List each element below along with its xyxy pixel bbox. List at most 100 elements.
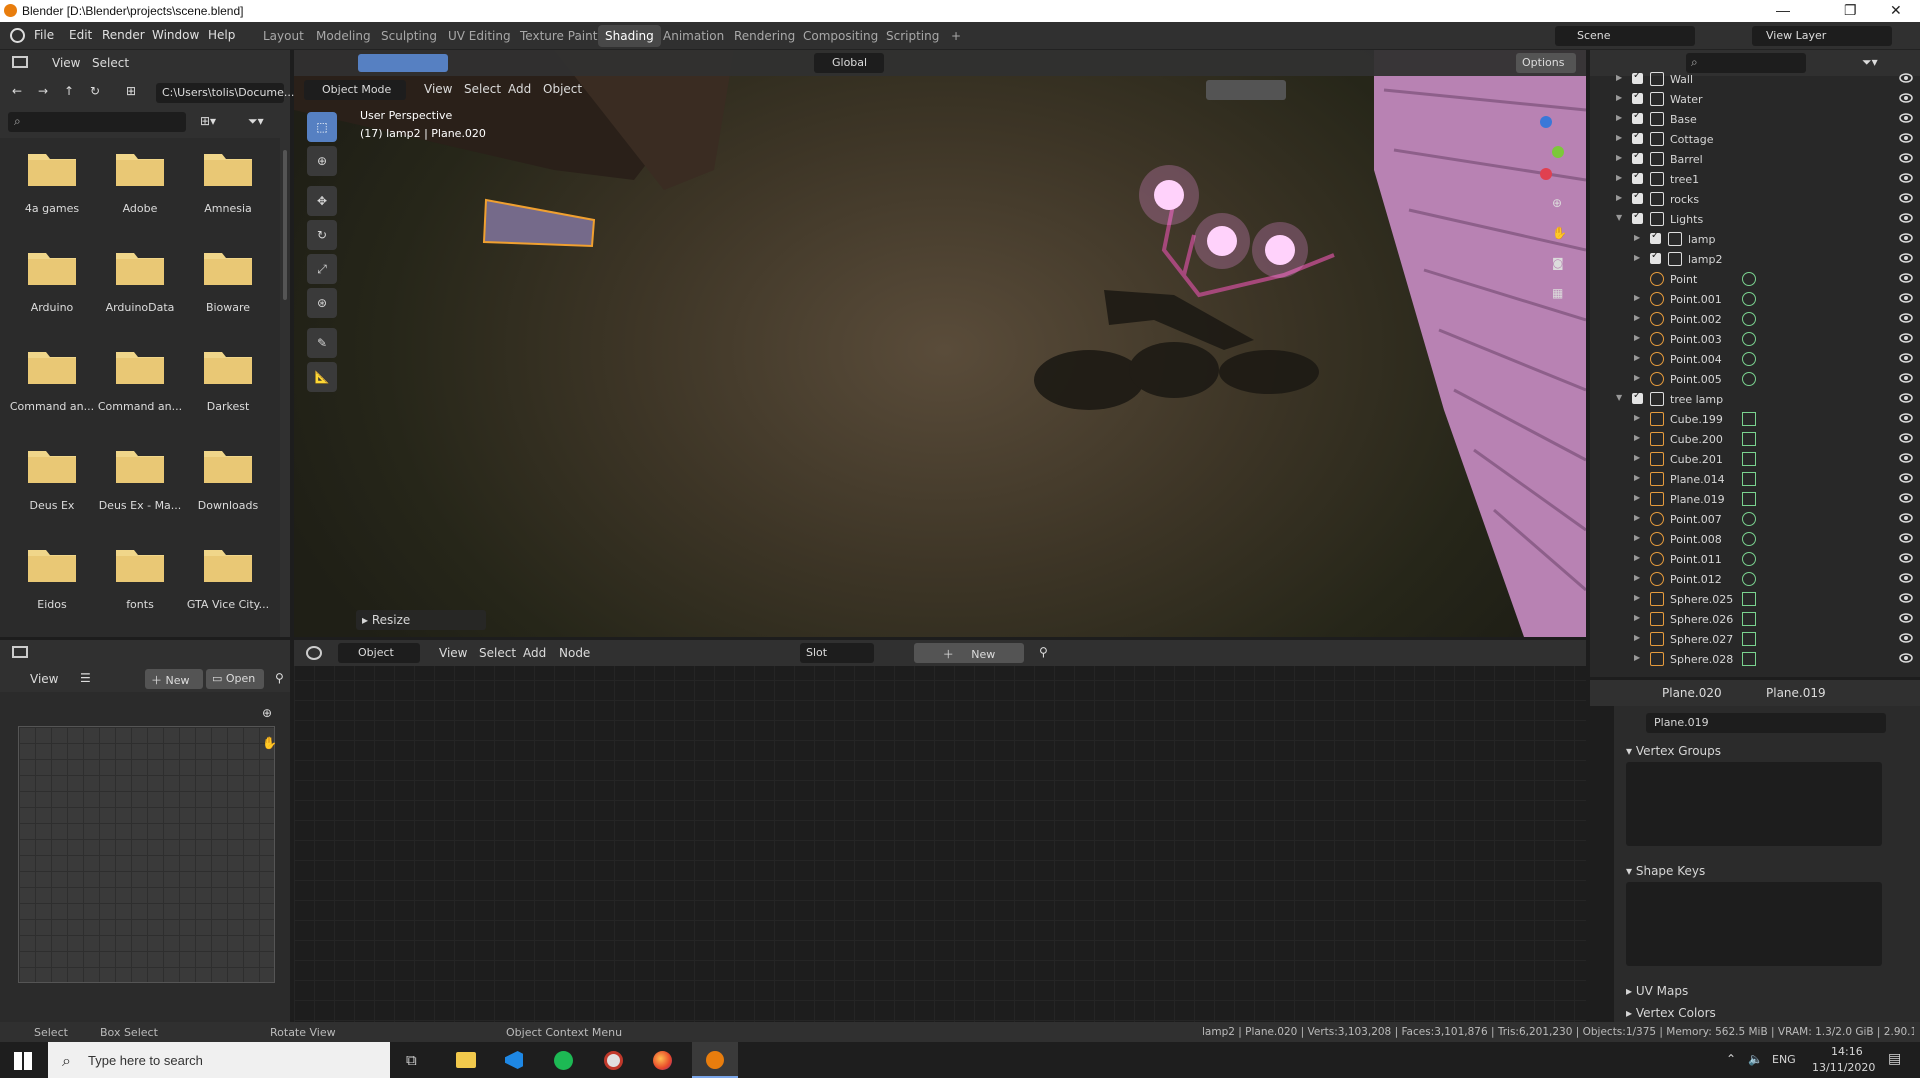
menu-file[interactable]: File xyxy=(34,28,54,42)
visibility-eye-icon[interactable] xyxy=(1899,212,1913,224)
outliner-row[interactable]: ▶ lamp xyxy=(1590,230,1920,250)
menu-window[interactable]: Window xyxy=(152,28,199,42)
folder-item[interactable]: Amnesia xyxy=(184,138,272,233)
visibility-eye-icon[interactable] xyxy=(1899,512,1913,524)
expand-toggle-icon[interactable]: ▶ xyxy=(1634,493,1640,502)
tab-sculpting[interactable]: Sculpting xyxy=(374,25,444,47)
visibility-eye-icon[interactable] xyxy=(1899,632,1913,644)
folder-item[interactable]: Command an... xyxy=(96,336,184,431)
visibility-eye-icon[interactable] xyxy=(1899,392,1913,404)
notification-icon[interactable]: ▤ xyxy=(1888,1051,1901,1067)
folder-item[interactable]: Deus Ex xyxy=(8,435,96,530)
menu-view[interactable]: View xyxy=(439,646,467,660)
parent-directory-icon[interactable]: ↑ xyxy=(64,84,74,98)
menu-object[interactable]: Object xyxy=(543,82,582,96)
tab-modeling[interactable]: Modeling xyxy=(309,25,378,47)
shader-type-dropdown[interactable]: Object xyxy=(338,643,420,663)
outliner-row[interactable]: ▶ Plane.014 xyxy=(1590,470,1920,490)
shader-node-editor[interactable]: Object View Select Add Node Slot ＋ New ⚲ xyxy=(294,640,1586,1022)
outliner-row[interactable]: ▶ Point.005 xyxy=(1590,370,1920,390)
tray-chevron-icon[interactable]: ⌃ xyxy=(1726,1052,1736,1066)
folder-item[interactable]: fonts xyxy=(96,534,184,629)
options-dropdown[interactable]: Options xyxy=(1516,53,1576,73)
close-button[interactable]: ✕ xyxy=(1890,2,1902,19)
visibility-eye-icon[interactable] xyxy=(1899,432,1913,444)
view-layer-selector[interactable]: View Layer xyxy=(1752,26,1892,46)
visibility-eye-icon[interactable] xyxy=(1899,552,1913,564)
expand-toggle-icon[interactable]: ▶ xyxy=(1634,613,1640,622)
folder-item[interactable]: Downloads xyxy=(184,435,272,530)
folder-item[interactable]: ArduinoData xyxy=(96,237,184,332)
expand-toggle-icon[interactable]: ▶ xyxy=(1634,573,1640,582)
expand-toggle-icon[interactable]: ▶ xyxy=(1616,73,1622,82)
shading-mode-buttons[interactable] xyxy=(1206,80,1286,100)
expand-toggle-icon[interactable]: ▶ xyxy=(1616,193,1622,202)
expand-toggle-icon[interactable]: ▶ xyxy=(1634,453,1640,462)
blender-menu-icon[interactable] xyxy=(10,28,25,43)
outliner-row[interactable]: ▶ Point.011 xyxy=(1590,550,1920,570)
outliner-row[interactable]: ▶ Barrel xyxy=(1590,150,1920,170)
outliner-row[interactable]: ▶ Point.007 xyxy=(1590,510,1920,530)
move-tool-icon[interactable]: ✥ xyxy=(307,186,337,216)
display-mode-icon[interactable]: ⊞▾ xyxy=(200,114,216,128)
expand-toggle-icon[interactable]: ▶ xyxy=(1634,553,1640,562)
rotate-tool-icon[interactable]: ↻ xyxy=(307,220,337,250)
hand-pan-icon[interactable]: ✋ xyxy=(262,736,277,750)
exclude-checkbox[interactable] xyxy=(1650,250,1661,264)
expand-toggle-icon[interactable]: ▶ xyxy=(1634,373,1640,382)
exclude-checkbox[interactable] xyxy=(1632,90,1643,104)
tab-compositing[interactable]: Compositing xyxy=(796,25,885,47)
menu-view[interactable]: View xyxy=(52,56,80,70)
visibility-eye-icon[interactable] xyxy=(1899,192,1913,204)
menu-select[interactable]: Select xyxy=(464,82,501,96)
vertex-groups-list[interactable] xyxy=(1626,762,1882,846)
folder-item[interactable]: Deus Ex - Ma... xyxy=(96,435,184,530)
visibility-eye-icon[interactable] xyxy=(1899,652,1913,664)
visibility-eye-icon[interactable] xyxy=(1899,352,1913,364)
add-workspace-button[interactable]: + xyxy=(944,25,968,47)
exclude-checkbox[interactable] xyxy=(1632,170,1643,184)
cursor-tool-icon[interactable]: ⊕ xyxy=(307,146,337,176)
exclude-checkbox[interactable] xyxy=(1650,230,1661,244)
outliner-row[interactable]: ▶ Sphere.026 xyxy=(1590,610,1920,630)
firefox-icon[interactable] xyxy=(653,1051,672,1070)
camera-icon[interactable]: ◙ xyxy=(1552,256,1564,270)
navigation-gizmo[interactable] xyxy=(1494,116,1564,186)
folder-item[interactable]: GTA Vice City... xyxy=(184,534,272,629)
exclude-checkbox[interactable] xyxy=(1632,210,1643,224)
visibility-eye-icon[interactable] xyxy=(1899,592,1913,604)
app-icon[interactable] xyxy=(604,1051,623,1070)
visibility-eye-icon[interactable] xyxy=(1899,372,1913,384)
outliner-row[interactable]: ▶ Cube.201 xyxy=(1590,450,1920,470)
folder-item[interactable]: Darkest xyxy=(184,336,272,431)
uv-grid[interactable] xyxy=(18,726,275,983)
outliner-row[interactable]: ▶ Point.002 xyxy=(1590,310,1920,330)
select-box-icon[interactable] xyxy=(358,54,448,72)
menu-help[interactable]: Help xyxy=(208,28,235,42)
visibility-eye-icon[interactable] xyxy=(1899,572,1913,584)
expand-toggle-icon[interactable]: ▶ xyxy=(1634,533,1640,542)
exclude-checkbox[interactable] xyxy=(1632,390,1643,404)
clock-date[interactable]: 13/11/2020 xyxy=(1812,1061,1875,1074)
expand-toggle-icon[interactable]: ▶ xyxy=(1634,473,1640,482)
scene-selector[interactable]: Scene xyxy=(1555,26,1695,46)
scrollbar[interactable] xyxy=(283,150,287,300)
list-icon[interactable]: ☰ xyxy=(80,671,91,685)
visibility-eye-icon[interactable] xyxy=(1899,252,1913,264)
outliner-row[interactable]: ▶ Plane.019 xyxy=(1590,490,1920,510)
slot-dropdown[interactable]: Slot xyxy=(800,643,874,663)
menu-add[interactable]: Add xyxy=(508,82,531,96)
tab-rendering[interactable]: Rendering xyxy=(727,25,802,47)
tab-scripting[interactable]: Scripting xyxy=(879,25,946,47)
visibility-eye-icon[interactable] xyxy=(1899,132,1913,144)
visibility-eye-icon[interactable] xyxy=(1899,492,1913,504)
visibility-eye-icon[interactable] xyxy=(1899,452,1913,464)
refresh-icon[interactable]: ↻ xyxy=(90,84,100,98)
file-filter-input[interactable]: ⌕ xyxy=(8,112,186,132)
expand-toggle-icon[interactable]: ▶ xyxy=(1616,133,1622,142)
visibility-eye-icon[interactable] xyxy=(1899,92,1913,104)
outliner-row[interactable]: ▶ Cube.199 xyxy=(1590,410,1920,430)
visibility-eye-icon[interactable] xyxy=(1899,332,1913,344)
tab-texture-paint[interactable]: Texture Paint xyxy=(513,25,604,47)
editor-type-icon[interactable] xyxy=(12,56,28,68)
